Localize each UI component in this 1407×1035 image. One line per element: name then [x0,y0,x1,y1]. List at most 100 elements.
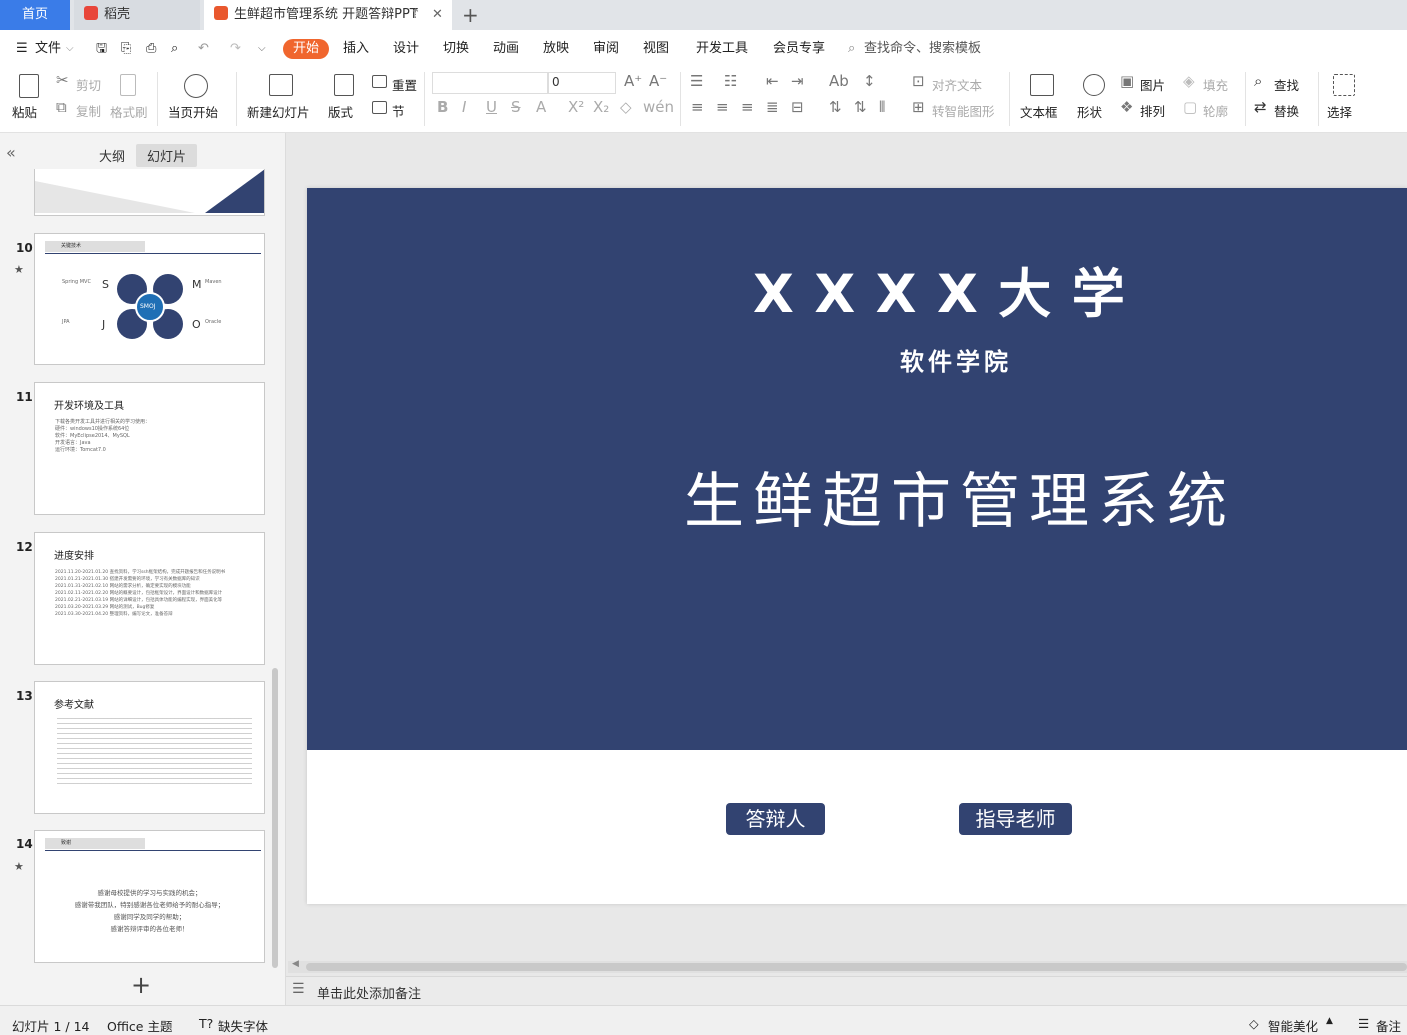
menu-design[interactable]: 设计 [393,39,419,59]
justify-icon[interactable]: ≣ [766,98,779,116]
horizontal-scrollbar[interactable]: ◀ [288,959,1407,973]
notes-toggle-button[interactable]: 备注 [1376,1016,1401,1035]
preview-icon[interactable]: ⌕ [171,39,178,59]
menu-file[interactable]: 文件 [35,39,61,59]
text-direction-icon[interactable]: Ab [829,72,849,90]
customize-icon[interactable]: ⌵ [258,39,266,59]
new-tab-button[interactable]: + [462,0,479,30]
numbered-list-icon[interactable]: ☷ [724,72,737,90]
bold-icon[interactable]: B [437,98,448,116]
layout-button[interactable]: 版式 [328,102,353,121]
menu-start[interactable]: 开始 [283,39,330,59]
increase-font-icon[interactable]: A⁺ [624,72,642,90]
menu-developer[interactable]: 开发工具 [696,39,748,59]
scrollbar-thumb[interactable] [306,963,1407,971]
tab-slides[interactable]: 幻灯片 [136,144,198,167]
theme-name[interactable]: Office 主题 [107,1016,172,1035]
line-spacing-icon[interactable]: ↕ [863,72,876,90]
play-from-current-button[interactable]: 当页开始 [168,102,218,121]
notes-placeholder[interactable]: 单击此处添加备注 [317,983,421,1002]
slide-thumbnail[interactable]: 关键技术 SMOJ S M J O Spring MVC Maven JPA O… [34,233,265,365]
italic-icon[interactable]: I [462,98,466,116]
shape-button[interactable]: 形状 [1077,102,1102,121]
university-name[interactable]: X X X X 大 学 [307,252,1407,328]
slide-thumbnail[interactable]: 进度安排 2021.11.20-2021.01.20 查找资料，学习ssh框架结… [34,532,265,665]
columns-icon[interactable]: ⫴ [879,98,885,116]
align-center-icon[interactable]: ≡ [716,98,729,116]
replace-button[interactable]: 替换 [1274,101,1299,120]
column-spacing-icon[interactable]: ⇅ [829,98,842,116]
cut-button[interactable]: 剪切 [76,75,101,94]
find-button[interactable]: 查找 [1274,75,1299,94]
smartart-button[interactable]: 转智能图形 [932,101,995,120]
underline-icon[interactable]: U [486,98,497,116]
redo-icon[interactable]: ↷ [230,39,241,59]
notes-pane[interactable]: ☰ 单击此处添加备注 [286,976,1407,1006]
decrease-indent-icon[interactable]: ⇤ [766,72,779,90]
beautify-button[interactable]: 智能美化 [1268,1016,1318,1035]
font-family-select[interactable] [432,72,548,94]
new-slide-button[interactable]: 新建幻灯片 [247,102,310,121]
menu-member[interactable]: 会员专享 [773,39,825,59]
tab-daoke[interactable]: 稻壳 [74,0,200,30]
tab-document[interactable]: 生鲜超市管理系统 开题答辩PPT ⇡ ✕ [204,0,452,30]
select-button[interactable]: 选择 [1327,102,1352,121]
chevron-up-icon[interactable]: ▲ [1326,1016,1333,1026]
format-painter-button[interactable]: 格式刷 [110,102,148,121]
section-button[interactable]: 节 [392,101,405,120]
decrease-font-icon[interactable]: A⁻ [649,72,667,90]
slide-thumbnail[interactable]: 致谢 感谢母校提供的学习与实践的机会； 感谢带我团队，特别感谢各位老师给予的耐心指… [34,830,265,963]
panel-scrollbar[interactable] [272,668,278,968]
hamburger-icon[interactable]: ☰ [16,39,28,59]
superscript-icon[interactable]: X² [568,98,584,116]
increase-indent-icon[interactable]: ⇥ [791,72,804,90]
missing-font-button[interactable]: 缺失字体 [218,1016,268,1035]
college-name[interactable]: 软件学院 [900,342,1012,377]
slide-thumbnail[interactable]: 开发环境及工具 下载各类开发工具并进行相关的学习使用： 硬件：windows10操… [34,382,265,515]
paragraph-spacing-icon[interactable]: ⇅ [854,98,867,116]
project-title[interactable]: 生鲜超市管理系统 [684,453,1236,540]
align-right-icon[interactable]: ≡ [741,98,754,116]
advisor-label[interactable]: 指导老师 [959,803,1072,835]
menu-transition[interactable]: 切换 [443,39,469,59]
picture-button[interactable]: 图片 [1140,75,1165,94]
add-slide-button[interactable]: + [131,971,151,999]
arrange-button[interactable]: 排列 [1140,101,1165,120]
menu-animation[interactable]: 动画 [493,39,519,59]
text-box-button[interactable]: 文本框 [1020,102,1058,121]
align-text-button[interactable]: 对齐文本 [932,75,982,94]
font-color-icon[interactable]: A [536,98,546,116]
command-search-input[interactable]: 查找命令、搜索模板 [864,39,981,59]
scroll-left-icon[interactable]: ◀ [292,959,299,969]
tab-home[interactable]: 首页 [0,0,70,30]
pin-icon[interactable]: ⇡ [410,0,421,30]
distribute-icon[interactable]: ⊟ [791,98,804,116]
reset-button[interactable]: 重置 [392,75,417,94]
bullet-list-icon[interactable]: ☰ [690,72,703,90]
menu-insert[interactable]: 插入 [343,39,369,59]
slide-thumbnail[interactable]: 参考文献 [34,681,265,814]
slide-thumbnail[interactable] [34,169,265,216]
menu-review[interactable]: 审阅 [593,39,619,59]
outline-button[interactable]: 轮廓 [1203,101,1228,120]
copy-button[interactable]: 复制 [76,101,101,120]
thumbnail-letter: J [102,318,106,331]
defender-label[interactable]: 答辩人 [726,803,825,835]
align-left-icon[interactable]: ≡ [691,98,704,116]
undo-icon[interactable]: ↶ [198,39,209,59]
menu-view[interactable]: 视图 [643,39,669,59]
close-tab-icon[interactable]: ✕ [432,0,443,30]
tab-outline[interactable]: 大纲 [99,146,125,165]
font-size-select[interactable]: 0 [548,72,616,94]
subscript-icon[interactable]: X₂ [593,98,609,116]
strikethrough-icon[interactable]: S [511,98,521,116]
phonetic-icon[interactable]: wén [643,98,674,116]
fill-button[interactable]: 填充 [1203,75,1228,94]
paste-button[interactable]: 粘贴 [12,102,37,121]
collapse-panel-icon[interactable]: « [6,143,16,162]
save-icon[interactable]: 🖫 [96,39,107,59]
export-icon[interactable]: ⎘ [121,39,131,59]
menu-slideshow[interactable]: 放映 [543,39,569,59]
print-icon[interactable]: ⎙ [146,39,156,59]
clear-format-icon[interactable]: ◇ [620,98,632,116]
